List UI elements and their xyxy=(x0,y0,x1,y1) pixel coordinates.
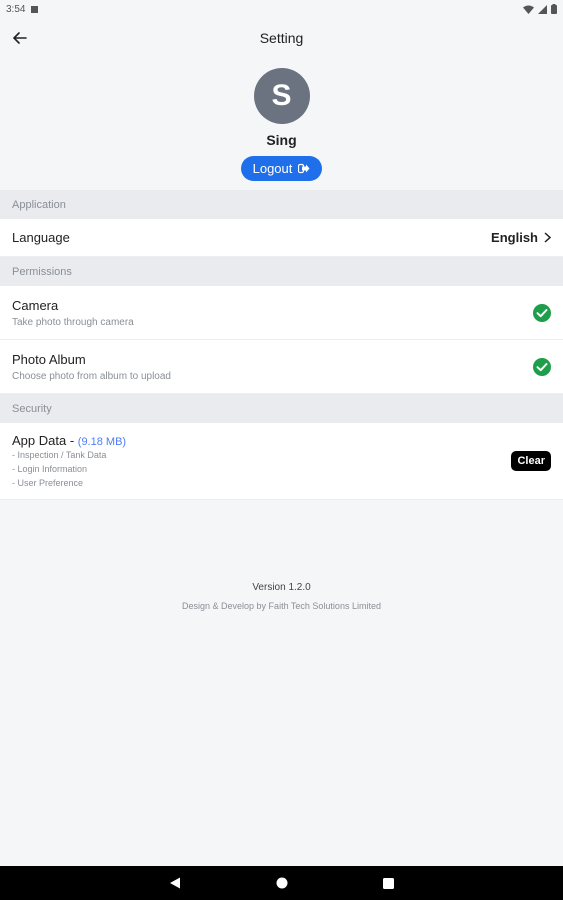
camera-label: Camera xyxy=(12,297,59,313)
app-data-row: App Data - (9.18 MB) - Inspection / Tank… xyxy=(0,423,563,500)
section-header-permissions: Permissions xyxy=(0,257,563,286)
photo-album-label: Photo Album xyxy=(12,351,86,367)
avatar: S xyxy=(253,68,310,124)
back-button[interactable] xyxy=(8,26,32,50)
home-nav-icon[interactable] xyxy=(276,877,288,889)
battery-icon xyxy=(551,4,557,14)
notification-icon xyxy=(31,5,39,13)
camera-permission-row[interactable]: Camera Take photo through camera xyxy=(0,286,563,340)
language-label: Language xyxy=(12,230,70,245)
app-bar: Setting xyxy=(0,18,563,58)
section-header-application: Application xyxy=(0,190,563,219)
check-circle-icon xyxy=(533,357,551,376)
language-value: English xyxy=(491,230,538,245)
footer: Version 1.2.0 Design & Develop by Faith … xyxy=(0,582,563,611)
section-header-security: Security xyxy=(0,394,563,423)
profile-section: S Sing Logout xyxy=(0,58,563,190)
photo-album-permission-row[interactable]: Photo Album Choose photo from album to u… xyxy=(0,340,563,394)
camera-description: Take photo through camera xyxy=(12,316,134,328)
wifi-icon xyxy=(523,5,534,14)
credit-text: Design & Develop by Faith Tech Solutions… xyxy=(182,601,381,611)
logout-button[interactable]: Logout xyxy=(240,156,323,181)
signal-icon xyxy=(538,4,547,14)
arrow-left-icon xyxy=(13,32,27,44)
check-circle-icon xyxy=(533,303,551,322)
app-data-label: App Data - xyxy=(12,432,75,448)
navigation-bar xyxy=(0,866,563,900)
logout-label: Logout xyxy=(252,161,293,176)
app-data-item: - User Preference xyxy=(12,477,84,488)
user-name: Sing xyxy=(266,132,297,148)
language-row[interactable]: Language English xyxy=(0,219,563,257)
photo-album-description: Choose photo from album to upload xyxy=(12,370,171,382)
chevron-right-icon xyxy=(544,232,551,243)
app-data-item: - Inspection / Tank Data xyxy=(12,449,107,460)
status-bar: 3:54 xyxy=(0,0,563,18)
recents-nav-icon[interactable] xyxy=(383,877,394,889)
app-data-size: (9.18 MB) xyxy=(77,435,127,448)
status-time: 3:54 xyxy=(6,3,26,15)
page-title: Setting xyxy=(259,30,304,46)
sign-out-icon xyxy=(298,163,310,174)
app-data-item: - Login Information xyxy=(12,463,88,474)
back-nav-icon[interactable] xyxy=(169,877,181,889)
version-text: Version 1.2.0 xyxy=(252,582,311,593)
clear-button[interactable]: Clear xyxy=(511,451,551,471)
